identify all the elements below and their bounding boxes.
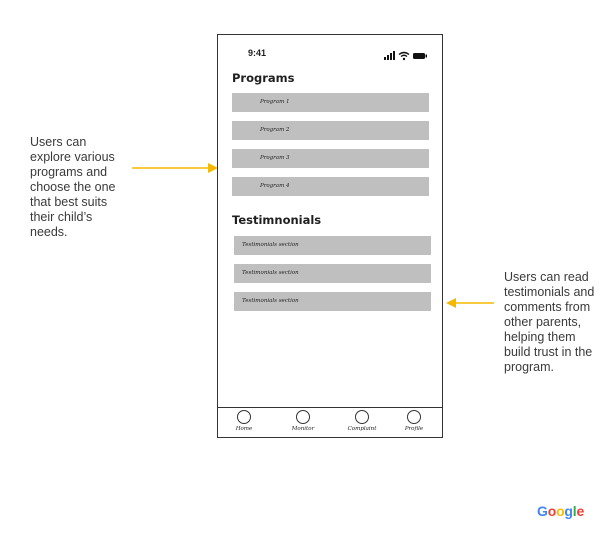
program-item[interactable]: Program 3 (232, 149, 429, 168)
home-icon (237, 410, 251, 424)
google-logo: Google (537, 503, 585, 519)
signal-icon (384, 51, 395, 60)
program-item[interactable]: Program 1 (232, 93, 429, 112)
wifi-icon (398, 51, 410, 61)
tab-profile[interactable]: Profile (394, 410, 434, 432)
program-item[interactable]: Program 2 (232, 121, 429, 140)
profile-icon (407, 410, 421, 424)
testimonials-title: Testimnonials (232, 213, 322, 227)
tab-label: Monitor (291, 426, 315, 432)
tab-home[interactable]: Home (224, 410, 264, 432)
arrow-left-icon (446, 298, 494, 308)
complaint-icon (355, 410, 369, 424)
tab-label: Home (235, 426, 253, 432)
annotation-programs: Users can explore various programs and c… (30, 135, 116, 239)
status-icons (384, 46, 428, 65)
testimonial-item[interactable]: Testimonials section (234, 236, 431, 255)
program-item[interactable]: Program 4 (232, 177, 429, 196)
testimonial-item[interactable]: Testimonials section (234, 264, 431, 283)
tab-complaint[interactable]: Complaint (342, 410, 382, 432)
phone-frame: 9:41 Programs Program 1 Program 2 Progra… (217, 34, 443, 438)
tab-label: Complaint (347, 426, 377, 432)
tab-label: Profile (404, 426, 424, 432)
programs-title: Programs (232, 71, 295, 85)
monitor-icon (296, 410, 310, 424)
status-time: 9:41 (248, 48, 267, 58)
battery-icon (413, 53, 427, 59)
bottom-tab-bar: Home Monitor Complaint Profile (218, 407, 442, 437)
tab-monitor[interactable]: Monitor (283, 410, 323, 432)
arrow-right-icon (132, 163, 218, 173)
annotation-testimonials: Users can read testimonials and comments… (504, 270, 595, 374)
testimonial-item[interactable]: Testimonials section (234, 292, 431, 311)
